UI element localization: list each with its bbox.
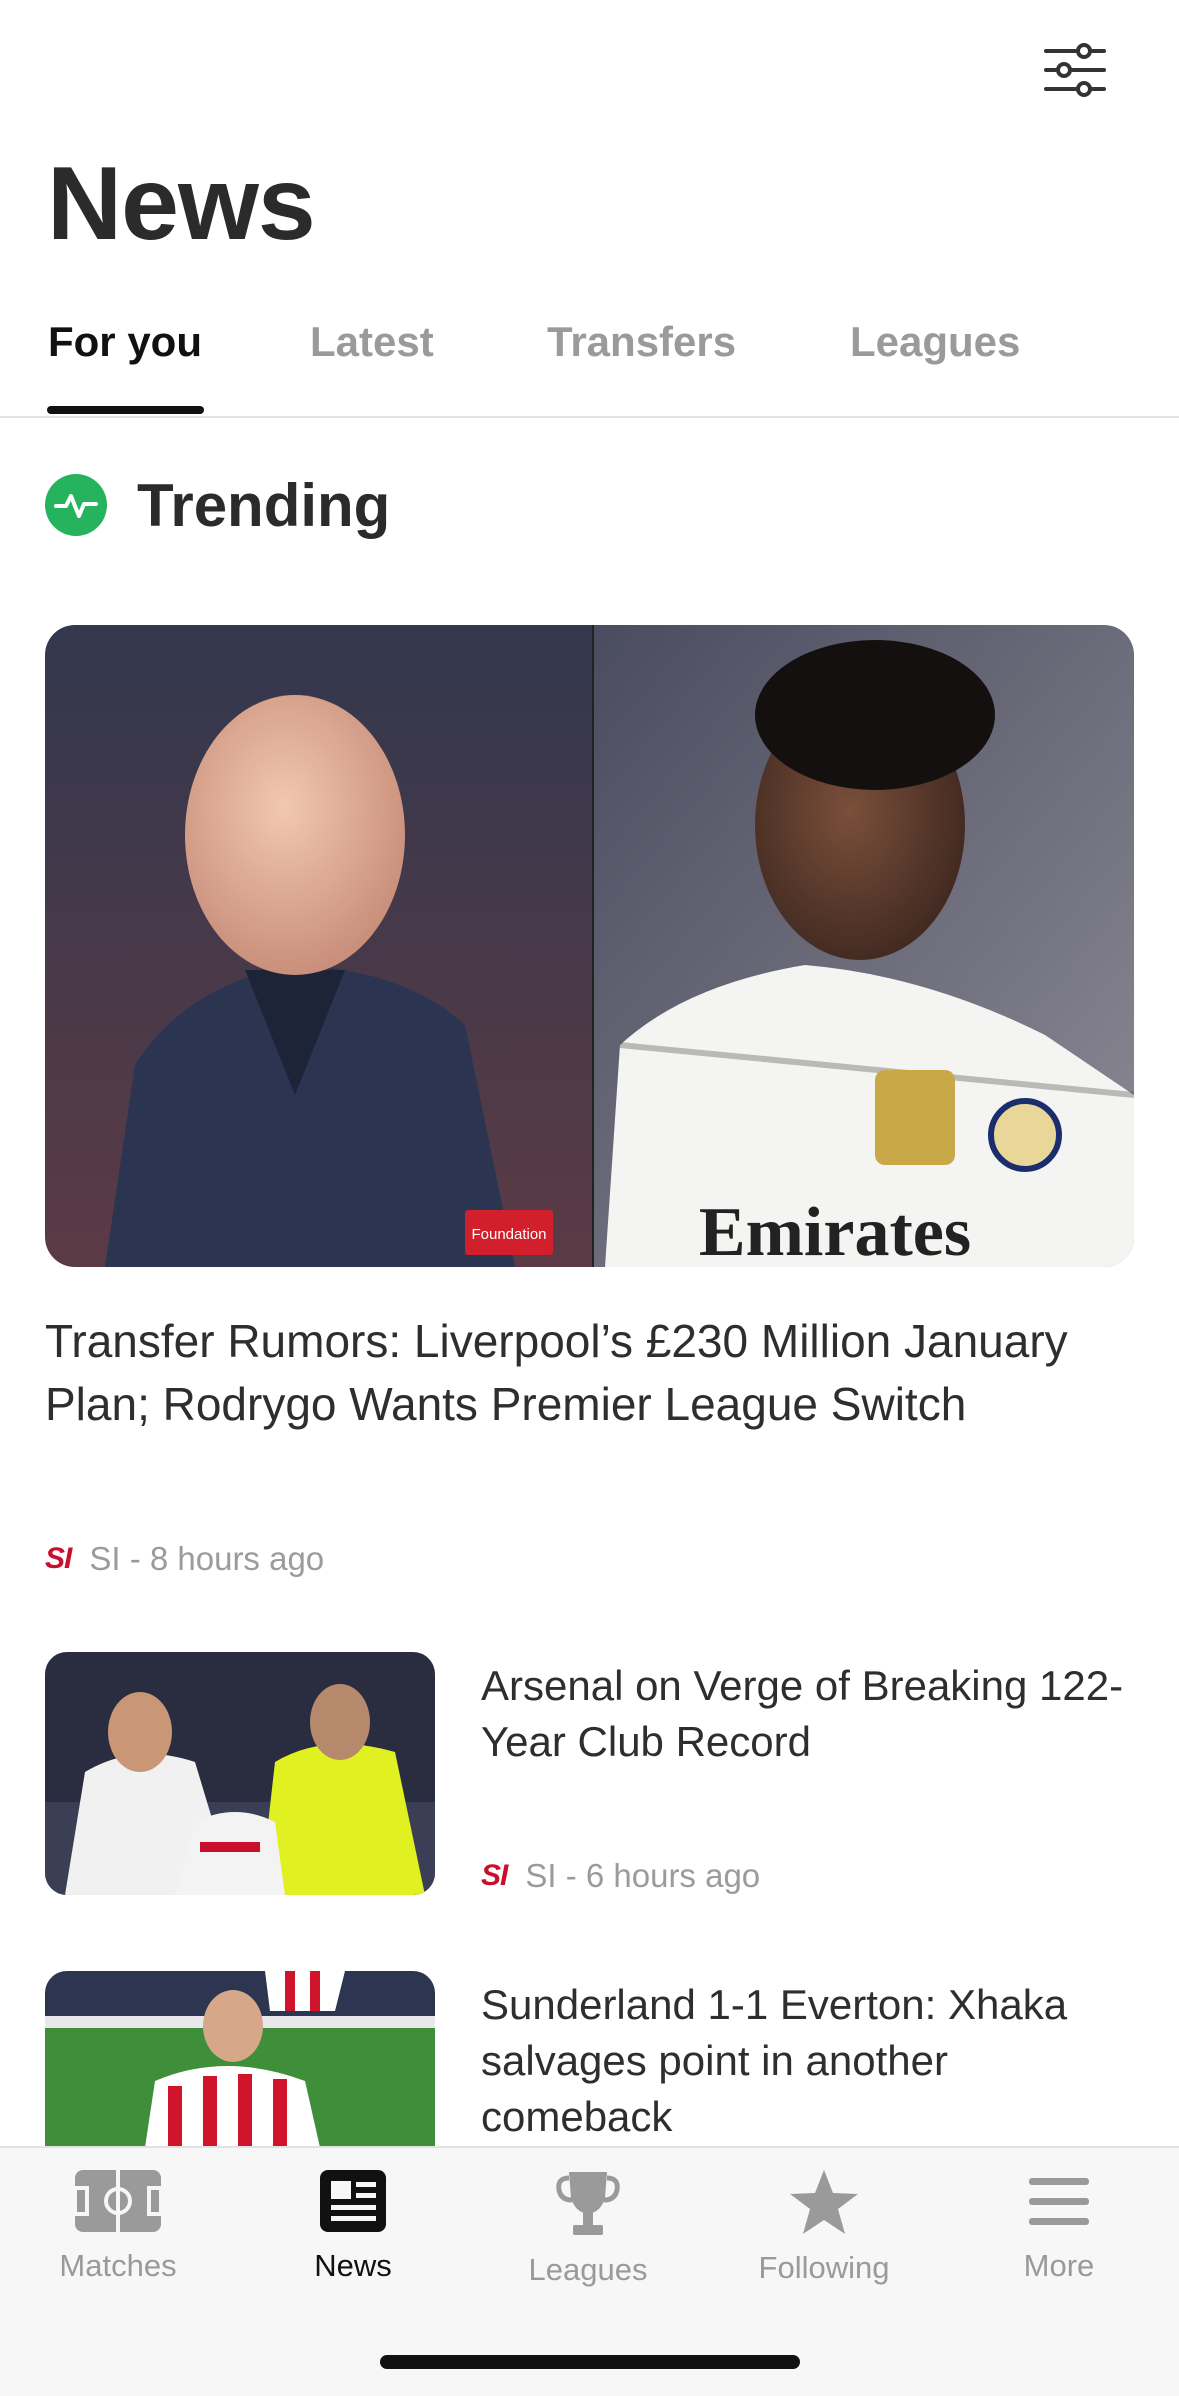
list-item[interactable]: Arsenal on Verge of Breaking 122-Year Cl… [45,1652,1135,1897]
story-headline[interactable]: Arsenal on Verge of Breaking 122-Year Cl… [481,1658,1141,1770]
nav-following[interactable]: Following [724,2168,924,2286]
hero-meta: SI SI - 8 hours ago [45,1540,324,1578]
nav-label: Leagues [528,2252,648,2287]
sponsor-text: Emirates [699,1194,971,1267]
pitch-icon [73,2170,163,2232]
active-tab-indicator [47,406,204,414]
story-headline[interactable]: Sunderland 1-1 Everton: Xhaka salvages p… [481,1977,1141,2145]
tab-transfers[interactable]: Transfers [547,318,736,366]
filter-button[interactable] [1035,30,1115,110]
sliders-icon [1044,43,1106,97]
nav-matches[interactable]: Matches [18,2168,218,2284]
hero-image[interactable]: Foundation Emirates [45,625,1134,1267]
story-thumbnail [45,1652,435,1895]
nav-label: News [314,2248,392,2283]
hero-headline[interactable]: Transfer Rumors: Liverpool’s £230 Millio… [45,1310,1135,1436]
nav-news[interactable]: News [253,2168,453,2284]
pulse-icon [45,474,107,536]
nav-label: Matches [59,2248,177,2283]
nav-label: More [1023,2248,1095,2283]
nav-leagues[interactable]: Leagues [488,2168,688,2288]
tab-latest[interactable]: Latest [310,318,434,366]
story-meta-text: SI - 6 hours ago [525,1857,761,1894]
tab-leagues[interactable]: Leagues [850,318,1020,366]
trending-label: Trending [137,471,391,539]
club-crest-icon [988,1098,1062,1172]
home-indicator[interactable] [380,2355,800,2369]
trending-header: Trending [45,470,390,540]
menu-icon [1029,2178,1089,2225]
foundation-badge-text: Foundation [471,1226,546,1243]
newspaper-icon [320,2170,386,2232]
nav-label: Following [758,2250,890,2285]
si-logo-icon: SI [481,1859,508,1892]
crest-icon [875,1070,955,1165]
trophy-icon [556,2172,620,2235]
tab-bar: For you Latest Transfers Leagues [0,300,1179,418]
hero-meta-text: SI - 8 hours ago [89,1540,325,1577]
tab-for-you[interactable]: For you [48,318,202,366]
nav-more[interactable]: More [959,2168,1159,2284]
star-icon [790,2170,858,2234]
page-title: News [47,146,316,262]
si-logo-icon: SI [45,1542,72,1575]
story-meta: SI SI - 6 hours ago [481,1857,760,1895]
